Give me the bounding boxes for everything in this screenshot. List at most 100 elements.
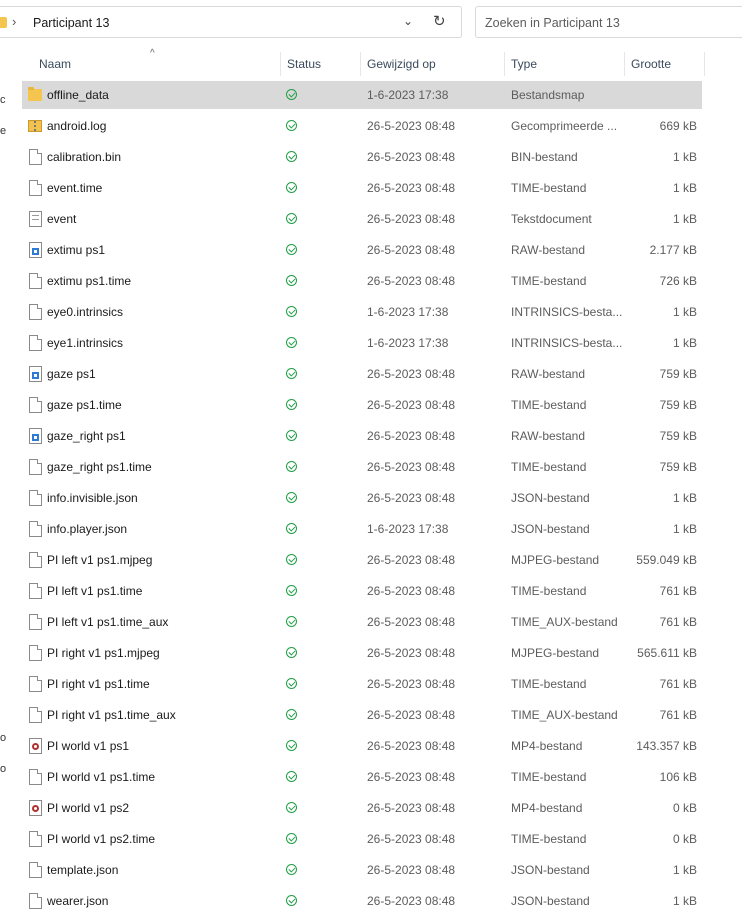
file-type: TIME-bestand — [511, 832, 587, 846]
file-row[interactable]: event.time 26-5-2023 08:48 TIME-bestand 1 k… — [22, 174, 702, 202]
file-size: 106 kB — [659, 770, 697, 784]
file-name: gaze ps1.time — [47, 398, 122, 412]
column-header-name[interactable]: Naam — [39, 50, 71, 78]
file-row[interactable]: calibration.bin 26-5-2023 08:48 BIN-bestan… — [22, 143, 702, 171]
chevron-right-icon[interactable]: › — [12, 14, 16, 29]
nav-fragment[interactable]: e — [0, 125, 6, 137]
file-row[interactable]: eye1.intrinsics 1-6-2023 17:38 INTRINSICS-… — [22, 329, 702, 357]
file-icon — [29, 707, 42, 723]
file-type: TIME-bestand — [511, 584, 587, 598]
file-size: 761 kB — [659, 615, 697, 629]
sync-status-ok-icon — [286, 244, 297, 255]
navigation-pane[interactable]: c e o o — [0, 46, 14, 917]
sync-status-ok-icon — [286, 306, 297, 317]
file-row[interactable]: PI world v1 ps2 26-5-2023 08:48 MP4-bestan… — [22, 794, 702, 822]
file-name: PI left v1 ps1.time_aux — [47, 615, 169, 629]
file-row[interactable]: template.json 26-5-2023 08:48 JSON-bestand… — [22, 856, 702, 884]
nav-fragment[interactable]: c — [0, 94, 6, 106]
file-modified-date: 26-5-2023 08:48 — [367, 429, 456, 443]
nav-fragment[interactable]: o — [0, 732, 6, 744]
file-type: Gecomprimeerde ... — [511, 119, 618, 133]
file-row[interactable]: info.player.json 1-6-2023 17:38 JSON-besta… — [22, 515, 702, 543]
sync-status-ok-icon — [286, 616, 297, 627]
file-icon — [29, 769, 42, 785]
sync-status-ok-icon — [286, 461, 297, 472]
file-size: 669 kB — [659, 119, 697, 133]
file-name: event — [47, 212, 77, 226]
refresh-icon[interactable]: ↻ — [433, 12, 446, 30]
address-bar[interactable]: › Participant 13 ⌄ ↻ — [0, 6, 462, 38]
file-name: info.player.json — [47, 522, 128, 536]
file-type: TIME_AUX-bestand — [511, 708, 618, 722]
file-size: 559.049 kB — [636, 553, 697, 567]
file-row[interactable]: eye0.intrinsics 1-6-2023 17:38 INTRINSICS-… — [22, 298, 702, 326]
file-modified-date: 26-5-2023 08:48 — [367, 584, 456, 598]
file-row[interactable]: PI left v1 ps1.mjpeg 26-5-2023 08:48 MJPEG… — [22, 546, 702, 574]
file-modified-date: 1-6-2023 17:38 — [367, 336, 449, 350]
column-header-status[interactable]: Status — [287, 50, 321, 78]
file-size: 1 kB — [672, 212, 697, 226]
file-row[interactable]: PI right v1 ps1.time 26-5-2023 08:48 TIME-… — [22, 670, 702, 698]
file-modified-date: 26-5-2023 08:48 — [367, 832, 456, 846]
file-type: TIME_AUX-bestand — [511, 615, 618, 629]
column-divider[interactable] — [504, 52, 505, 76]
file-row[interactable]: android.log 26-5-2023 08:48 Gecomprimeerde… — [22, 112, 702, 140]
breadcrumb-participant[interactable]: Participant 13 — [33, 16, 109, 30]
file-row[interactable]: extimu ps1.time 26-5-2023 08:48 TIME-besta… — [22, 267, 702, 295]
chevron-down-icon[interactable]: ⌄ — [403, 14, 413, 28]
raw-image-icon — [29, 242, 42, 258]
sync-status-ok-icon — [286, 213, 297, 224]
file-icon — [29, 397, 42, 413]
file-name: gaze_right ps1.time — [47, 460, 152, 474]
column-divider[interactable] — [704, 52, 705, 76]
file-icon — [29, 149, 42, 165]
sync-status-ok-icon — [286, 523, 297, 534]
file-row[interactable]: PI left v1 ps1.time_aux 26-5-2023 08:48 TI… — [22, 608, 702, 636]
file-row[interactable]: wearer.json 26-5-2023 08:48 JSON-bestand 1 … — [22, 887, 702, 915]
column-header-modified[interactable]: Gewijzigd op — [367, 50, 436, 78]
file-row[interactable]: PI world v1 ps1 26-5-2023 08:48 MP4-bestan… — [22, 732, 702, 760]
search-input[interactable]: Zoeken in Participant 13 — [475, 6, 742, 38]
file-row[interactable]: gaze ps1 26-5-2023 08:48 RAW-bestand 759 kB — [22, 360, 702, 388]
file-size: 1 kB — [672, 336, 697, 350]
nav-fragment[interactable]: o — [0, 763, 6, 775]
file-row[interactable]: PI world v1 ps2.time 26-5-2023 08:48 TIME-… — [22, 825, 702, 853]
file-size: 1 kB — [672, 491, 697, 505]
file-size: 1 kB — [672, 894, 697, 908]
file-name: eye1.intrinsics — [47, 336, 124, 350]
file-icon — [29, 862, 42, 878]
file-name: info.invisible.json — [47, 491, 138, 505]
file-modified-date: 26-5-2023 08:48 — [367, 894, 456, 908]
file-row[interactable]: PI right v1 ps1.mjpeg 26-5-2023 08:48 MJPE… — [22, 639, 702, 667]
file-row[interactable]: offline_data 1-6-2023 17:38 Bestandsmap — [22, 81, 702, 109]
sort-ascending-icon: ^ — [150, 48, 155, 59]
column-header-type[interactable]: Type — [511, 50, 537, 78]
file-size: 565.611 kB — [637, 646, 697, 660]
file-modified-date: 26-5-2023 08:48 — [367, 491, 456, 505]
file-size: 1 kB — [672, 522, 697, 536]
file-row[interactable]: PI right v1 ps1.time_aux 26-5-2023 08:48 T… — [22, 701, 702, 729]
column-divider[interactable] — [624, 52, 625, 76]
column-divider[interactable] — [280, 52, 281, 76]
column-header: ^ Naam Status Gewijzigd op Type Grootte — [22, 48, 742, 78]
file-icon — [29, 490, 42, 506]
file-row[interactable]: extimu ps1 26-5-2023 08:48 RAW-bestand 2.17… — [22, 236, 702, 264]
file-row[interactable]: gaze_right ps1 26-5-2023 08:48 RAW-bestand… — [22, 422, 702, 450]
file-size: 2.177 kB — [649, 243, 697, 257]
file-row[interactable]: gaze_right ps1.time 26-5-2023 08:48 TIME-b… — [22, 453, 702, 481]
file-row[interactable]: info.invisible.json 26-5-2023 08:48 JSON-b… — [22, 484, 702, 512]
file-row[interactable]: gaze ps1.time 26-5-2023 08:48 TIME-bestand… — [22, 391, 702, 419]
file-name: eye0.intrinsics — [47, 305, 124, 319]
folder-icon — [0, 17, 7, 28]
column-header-size[interactable]: Grootte — [631, 50, 671, 78]
file-row[interactable]: PI world v1 ps1.time 26-5-2023 08:48 TIME-… — [22, 763, 702, 791]
file-modified-date: 26-5-2023 08:48 — [367, 553, 456, 567]
file-size: 761 kB — [659, 708, 697, 722]
file-row[interactable]: event 26-5-2023 08:48 Tekstdocument 1 kB — [22, 205, 702, 233]
file-icon — [29, 676, 42, 692]
file-row[interactable]: PI left v1 ps1.time 26-5-2023 08:48 TIME-b… — [22, 577, 702, 605]
raw-image-icon — [29, 366, 42, 382]
file-icon — [29, 893, 42, 909]
sync-status-ok-icon — [286, 182, 297, 193]
column-divider[interactable] — [360, 52, 361, 76]
